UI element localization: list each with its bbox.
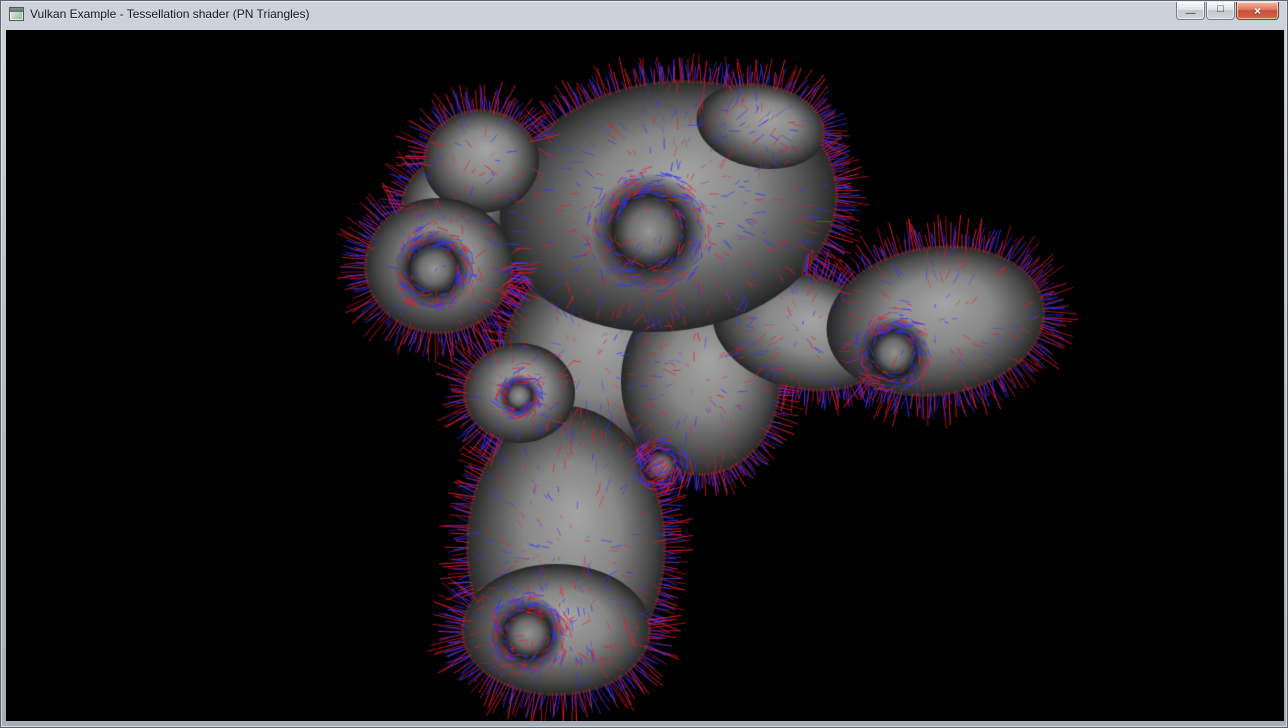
maximize-icon: □ [1217, 4, 1224, 15]
app-window: Vulkan Example - Tessellation shader (PN… [0, 0, 1288, 728]
maximize-button[interactable]: □ [1206, 2, 1235, 20]
titlebar[interactable]: Vulkan Example - Tessellation shader (PN… [1, 1, 1287, 30]
render-canvas[interactable] [6, 30, 1284, 721]
window-title: Vulkan Example - Tessellation shader (PN… [30, 7, 309, 21]
window-controls: — □ × [1175, 2, 1279, 20]
close-icon: × [1254, 5, 1261, 17]
close-button[interactable]: × [1236, 2, 1279, 20]
viewport [6, 30, 1284, 721]
minimize-icon: — [1186, 9, 1196, 19]
minimize-button[interactable]: — [1176, 2, 1205, 20]
app-icon[interactable] [9, 7, 24, 21]
app-icon-glyph [10, 8, 23, 12]
